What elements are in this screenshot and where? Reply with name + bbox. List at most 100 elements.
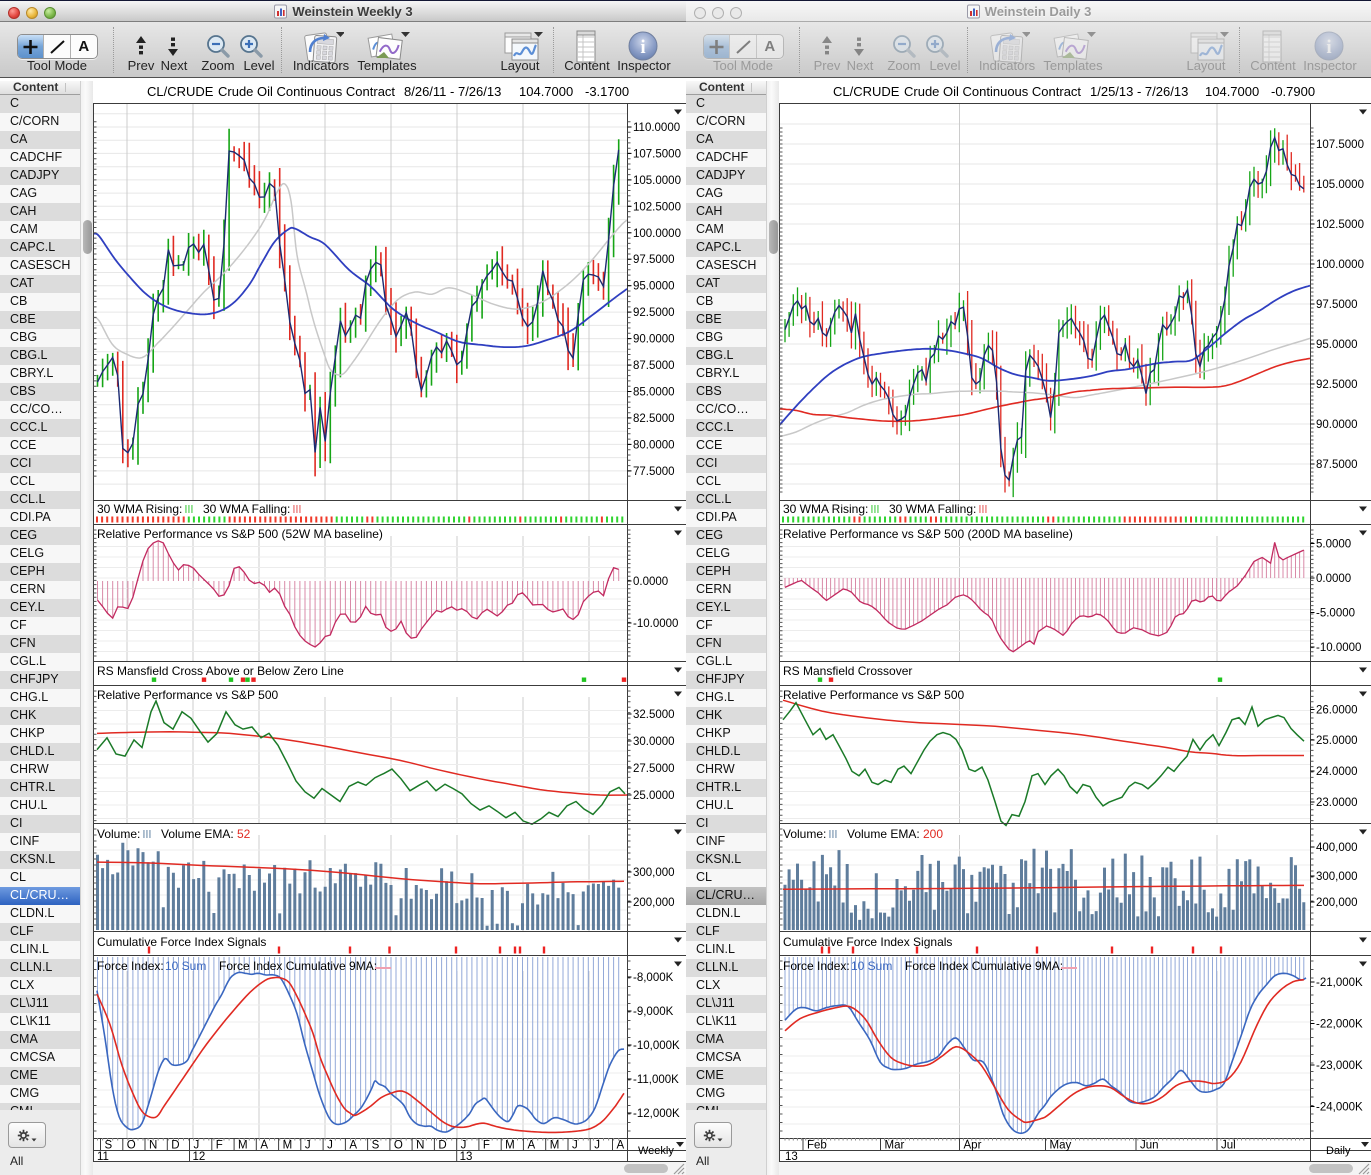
svg-text:104.7000: 104.7000	[519, 84, 573, 99]
svg-text:107.5000: 107.5000	[1316, 139, 1364, 151]
svg-text:Relative Performance vs S&P 50: Relative Performance vs S&P 500	[97, 688, 279, 702]
svg-text:-0.7900: -0.7900	[1271, 84, 1315, 99]
svg-text:100.0000: 100.0000	[1316, 259, 1364, 271]
svg-text:O: O	[394, 1140, 403, 1152]
svg-text:J: J	[572, 1140, 578, 1152]
svg-text:O: O	[127, 1140, 136, 1152]
svg-text:107.5000: 107.5000	[633, 148, 681, 160]
svg-text:102.5000: 102.5000	[633, 201, 681, 213]
svg-text:27.5000: 27.5000	[633, 763, 675, 775]
svg-text:i: i	[640, 37, 645, 58]
svg-text:52: 52	[237, 827, 251, 841]
svg-text:J: J	[594, 1140, 600, 1152]
svg-text:Cumulative Force Index Signals: Cumulative Force Index Signals	[97, 935, 266, 949]
svg-text:5.0000: 5.0000	[1316, 539, 1351, 551]
svg-text:95.0000: 95.0000	[633, 281, 675, 293]
svg-text:A: A	[260, 1140, 268, 1152]
svg-text:M: M	[505, 1140, 515, 1152]
svg-text:-21,000K: -21,000K	[1316, 977, 1363, 989]
svg-text:J: J	[194, 1140, 200, 1152]
svg-text:90.0000: 90.0000	[1316, 419, 1358, 431]
svg-text:105.0000: 105.0000	[633, 175, 681, 187]
svg-text:100.0000: 100.0000	[633, 228, 681, 240]
svg-text:30 WMA Falling:: 30 WMA Falling:	[889, 502, 976, 516]
svg-text:-5.0000: -5.0000	[1316, 608, 1355, 620]
svg-text:Feb: Feb	[807, 1140, 827, 1152]
svg-text:N: N	[149, 1140, 157, 1152]
svg-text:Weekly: Weekly	[638, 1145, 674, 1157]
svg-text:Force Index:: Force Index:	[783, 959, 850, 973]
svg-text:77.5000: 77.5000	[633, 466, 675, 478]
svg-text:85.0000: 85.0000	[633, 387, 675, 399]
svg-text:-10.0000: -10.0000	[1316, 642, 1361, 654]
svg-text:-24,000K: -24,000K	[1316, 1102, 1363, 1114]
svg-text:J: J	[305, 1140, 311, 1152]
svg-text:Jun: Jun	[1140, 1140, 1159, 1152]
svg-text:300,000: 300,000	[633, 867, 675, 879]
svg-text:110.0000: 110.0000	[633, 122, 680, 134]
svg-text:200,000: 200,000	[1316, 897, 1358, 909]
svg-text:May: May	[1050, 1140, 1072, 1152]
svg-text:26.0000: 26.0000	[1316, 705, 1358, 717]
svg-text:-22,000K: -22,000K	[1316, 1019, 1363, 1031]
svg-text:Force Index:: Force Index:	[97, 959, 164, 973]
svg-text:25.0000: 25.0000	[633, 790, 675, 802]
svg-text:A: A	[349, 1140, 357, 1152]
svg-text:Volume EMA:: Volume EMA:	[161, 827, 234, 841]
svg-text:200: 200	[923, 827, 943, 841]
svg-text:Crude Oil Continuous Contract: Crude Oil Continuous Contract	[218, 84, 395, 99]
svg-text:-10.0000: -10.0000	[633, 618, 678, 630]
svg-text:1/25/13 - 7/26/13: 1/25/13 - 7/26/13	[1090, 84, 1188, 99]
svg-text:-10,000K: -10,000K	[633, 1040, 680, 1052]
svg-text:J: J	[461, 1140, 467, 1152]
svg-text:-23,000K: -23,000K	[1316, 1060, 1363, 1072]
svg-text:97.5000: 97.5000	[1316, 299, 1358, 311]
svg-text:CL/CRUDE: CL/CRUDE	[833, 84, 900, 99]
svg-text:200,000: 200,000	[633, 897, 675, 909]
svg-text:80.0000: 80.0000	[633, 439, 675, 451]
svg-text:A: A	[616, 1140, 624, 1152]
svg-text:Crude Oil Continuous Contract: Crude Oil Continuous Contract	[904, 84, 1081, 99]
svg-text:F: F	[216, 1140, 223, 1152]
svg-text:87.5000: 87.5000	[1316, 459, 1358, 471]
svg-text:30.0000: 30.0000	[633, 736, 675, 748]
svg-text:30 WMA Rising:: 30 WMA Rising:	[97, 502, 182, 516]
svg-text:300,000: 300,000	[1316, 871, 1358, 883]
svg-text:-11,000K: -11,000K	[633, 1074, 679, 1086]
svg-text:i: i	[1326, 37, 1331, 58]
svg-text:D: D	[438, 1140, 446, 1152]
svg-text:D: D	[171, 1140, 179, 1152]
svg-text:25.0000: 25.0000	[1316, 735, 1358, 747]
svg-text:Volume EMA:: Volume EMA:	[847, 827, 920, 841]
svg-text:Apr: Apr	[964, 1140, 982, 1152]
svg-text:Jul: Jul	[1221, 1140, 1236, 1152]
svg-text:Relative Performance vs S&P 50: Relative Performance vs S&P 500	[783, 688, 965, 702]
svg-text:RS Mansfield Cross Above or Be: RS Mansfield Cross Above or Below Zero L…	[97, 664, 344, 678]
svg-text:M: M	[238, 1140, 248, 1152]
svg-text:A: A	[527, 1140, 535, 1152]
svg-text:92.5000: 92.5000	[633, 307, 675, 319]
svg-text:0.0000: 0.0000	[1316, 573, 1351, 585]
svg-text:-3.1700: -3.1700	[585, 84, 629, 99]
svg-text:82.5000: 82.5000	[633, 413, 675, 425]
svg-text:105.0000: 105.0000	[1316, 179, 1364, 191]
svg-text:Mar: Mar	[885, 1140, 905, 1152]
svg-text:S: S	[372, 1140, 380, 1152]
svg-text:400,000: 400,000	[1316, 842, 1358, 854]
svg-text:Cumulative Force Index Signals: Cumulative Force Index Signals	[783, 935, 952, 949]
svg-text:-12,000K: -12,000K	[633, 1108, 680, 1120]
svg-text:104.7000: 104.7000	[1205, 84, 1259, 99]
svg-text:30 WMA Rising:: 30 WMA Rising:	[783, 502, 868, 516]
svg-text:30 WMA Falling:: 30 WMA Falling:	[203, 502, 290, 516]
svg-text:Volume:: Volume:	[783, 827, 826, 841]
svg-text:10 Sum: 10 Sum	[165, 959, 206, 973]
svg-text:Force Index Cumulative 9MA:: Force Index Cumulative 9MA:	[905, 959, 1063, 973]
svg-text:CL/CRUDE: CL/CRUDE	[147, 84, 214, 99]
svg-text:102.5000: 102.5000	[1316, 219, 1364, 231]
svg-text:RS Mansfield Crossover: RS Mansfield Crossover	[783, 664, 912, 678]
svg-text:Relative Performance vs S&P 50: Relative Performance vs S&P 500 (200D MA…	[783, 527, 1073, 541]
svg-text:Force Index Cumulative 9MA:: Force Index Cumulative 9MA:	[219, 959, 377, 973]
svg-text:87.5000: 87.5000	[633, 360, 675, 372]
svg-text:J: J	[327, 1140, 333, 1152]
svg-text:10 Sum: 10 Sum	[851, 959, 892, 973]
